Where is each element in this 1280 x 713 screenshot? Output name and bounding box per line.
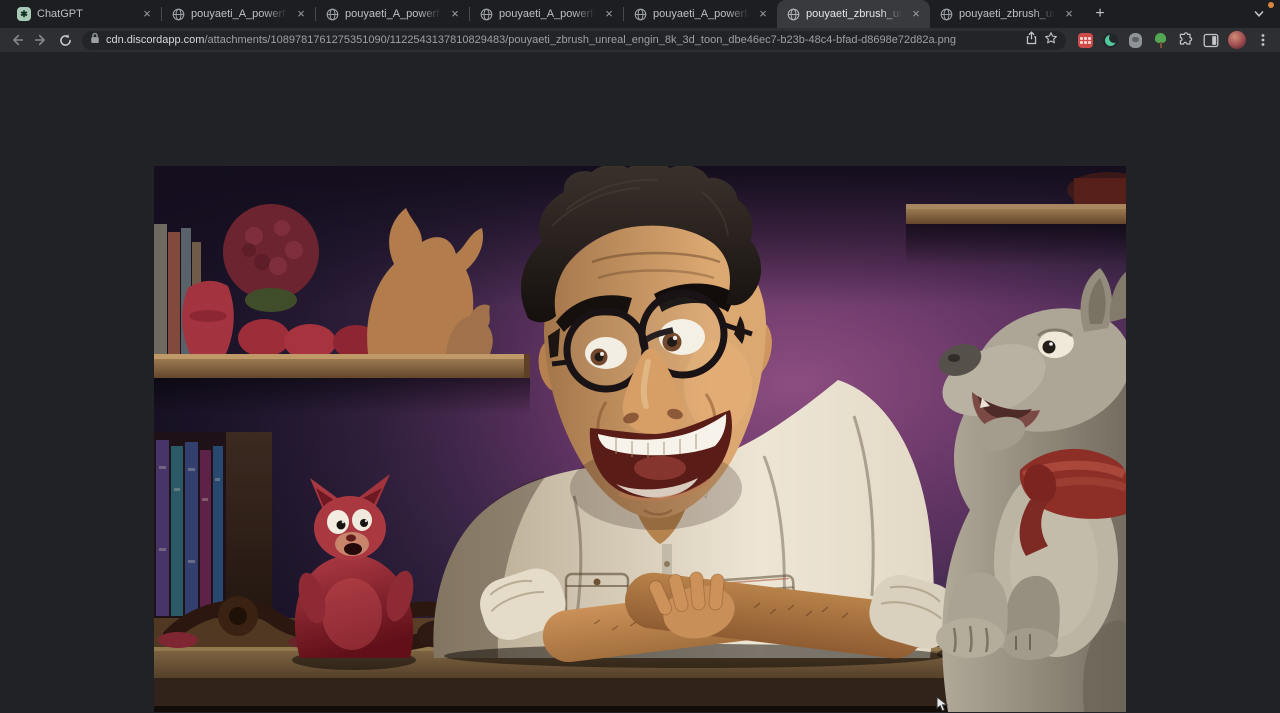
globe-favicon bbox=[171, 7, 185, 21]
tab-pouyaeti-1[interactable]: pouyaeti_A_powerful_modern × bbox=[162, 0, 315, 28]
toolbar: cdn.discordapp.com/attachments/108978176… bbox=[0, 28, 1280, 52]
image-viewer-page bbox=[0, 52, 1280, 682]
tab-chatgpt[interactable]: ✱ ChatGPT × bbox=[8, 0, 161, 28]
extension-darkmode-moon-icon[interactable] bbox=[1102, 32, 1119, 49]
globe-favicon bbox=[479, 7, 493, 21]
tab-title: pouyaeti_A_powerful_modern bbox=[191, 8, 287, 20]
tab-search-chevron-icon[interactable] bbox=[1252, 7, 1266, 26]
url-bar[interactable]: cdn.discordapp.com/attachments/108978176… bbox=[82, 31, 1066, 50]
tab-title: pouyaeti_zbrush_unreal_engin bbox=[959, 8, 1055, 20]
new-tab-button[interactable]: + bbox=[1087, 1, 1113, 27]
chatgpt-favicon: ✱ bbox=[17, 7, 31, 21]
globe-favicon bbox=[633, 7, 647, 21]
tab-close-icon[interactable]: × bbox=[601, 6, 617, 22]
tab-close-icon[interactable]: × bbox=[139, 6, 155, 22]
tab-strip: ✱ ChatGPT × pouyaeti_A_powerful_modern ×… bbox=[0, 0, 1280, 28]
tab-pouyaeti-3[interactable]: pouyaeti_A_powerful_modern × bbox=[470, 0, 623, 28]
tab-pouyaeti-zbrush-2[interactable]: pouyaeti_zbrush_unreal_engin × bbox=[930, 0, 1083, 28]
tab-pouyaeti-zbrush-active[interactable]: pouyaeti_zbrush_unreal_engin × bbox=[777, 0, 930, 28]
menu-kebab-icon[interactable] bbox=[1252, 29, 1274, 51]
reload-button[interactable] bbox=[54, 29, 76, 51]
bookmark-star-icon[interactable] bbox=[1044, 31, 1058, 50]
attachment-image[interactable] bbox=[154, 166, 1126, 712]
globe-favicon bbox=[786, 7, 800, 21]
bookshelf bbox=[154, 432, 272, 626]
extension-grey-icon[interactable] bbox=[1127, 32, 1144, 49]
tab-pouyaeti-4[interactable]: pouyaeti_A_powerful_modern × bbox=[624, 0, 777, 28]
extension-tree-icon[interactable] bbox=[1152, 32, 1169, 49]
tab-close-icon[interactable]: × bbox=[908, 6, 924, 22]
globe-favicon bbox=[939, 7, 953, 21]
url-path: /attachments/1089781761275351090/1122543… bbox=[204, 34, 956, 46]
tab-close-icon[interactable]: × bbox=[293, 6, 309, 22]
tab-title: pouyaeti_A_powerful_modern bbox=[499, 8, 595, 20]
extensions-puzzle-icon[interactable] bbox=[1177, 32, 1194, 49]
tab-title: pouyaeti_A_powerful_modern bbox=[653, 8, 749, 20]
globe-favicon bbox=[325, 7, 339, 21]
url-text: cdn.discordapp.com/attachments/108978176… bbox=[106, 34, 1019, 46]
tab-pouyaeti-2[interactable]: pouyaeti_A_powerful_modern × bbox=[316, 0, 469, 28]
url-domain: cdn.discordapp.com bbox=[106, 34, 204, 46]
share-icon[interactable] bbox=[1025, 31, 1038, 50]
back-button[interactable] bbox=[6, 29, 28, 51]
side-panel-icon[interactable] bbox=[1202, 32, 1219, 49]
tab-title: pouyaeti_zbrush_unreal_engin bbox=[806, 8, 902, 20]
extension-red-icon[interactable] bbox=[1077, 32, 1094, 49]
tab-title: ChatGPT bbox=[37, 8, 133, 20]
tab-close-icon[interactable]: × bbox=[447, 6, 463, 22]
lock-icon[interactable] bbox=[90, 31, 100, 49]
tab-title: pouyaeti_A_powerful_modern bbox=[345, 8, 441, 20]
tab-close-icon[interactable]: × bbox=[1061, 6, 1077, 22]
browser-window: ✱ ChatGPT × pouyaeti_A_powerful_modern ×… bbox=[0, 0, 1280, 682]
profile-avatar[interactable] bbox=[1228, 31, 1246, 49]
forward-button[interactable] bbox=[30, 29, 52, 51]
notification-dot bbox=[1268, 2, 1274, 8]
tab-close-icon[interactable]: × bbox=[755, 6, 771, 22]
